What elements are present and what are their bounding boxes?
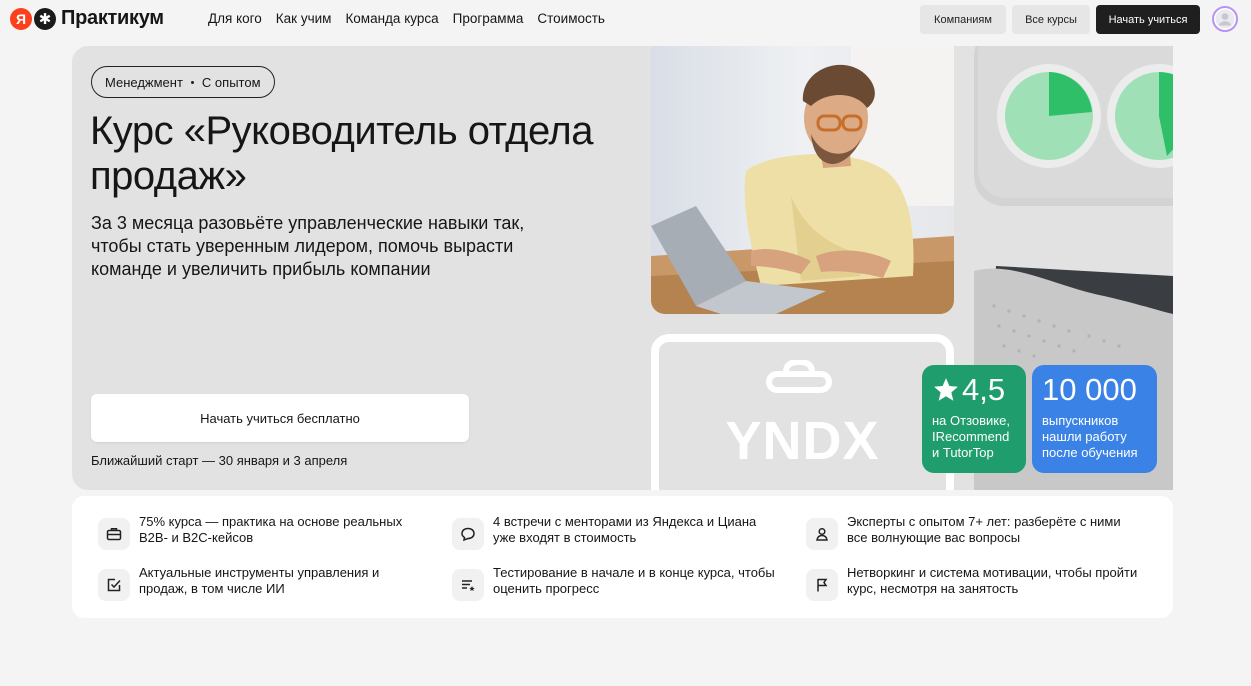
all-courses-button[interactable]: Все курсы	[1012, 5, 1090, 34]
yndx-card: YNDX	[651, 334, 954, 490]
tag-separator-dot	[190, 80, 194, 84]
nav-item-course-team[interactable]: Команда курса	[345, 11, 438, 26]
hero-photo	[651, 46, 954, 314]
briefcase-icon	[98, 518, 130, 550]
features-block: 75% курса — практика на основе реальных …	[72, 496, 1173, 618]
logo-text: Практикум	[61, 7, 164, 29]
companies-button[interactable]: Компаниям	[920, 5, 1006, 34]
tag-level: С опытом	[201, 74, 261, 90]
feature-text: Нетворкинг и система мотивации, чтобы пр…	[847, 565, 1138, 596]
nav-item-program[interactable]: Программа	[453, 11, 524, 26]
avatar[interactable]	[1212, 6, 1238, 32]
person-icon	[806, 518, 838, 550]
rating-caption: на Отзовике, IRecommend и TutorTop	[932, 413, 1010, 460]
page-title: Курс «Руководитель отдела продаж»	[90, 109, 593, 198]
man-with-laptop-image	[651, 46, 954, 314]
rating-badge: 4,5 на Отзовике, IRecommend и TutorTop	[922, 365, 1026, 473]
yandex-logo-icon: Я	[10, 7, 32, 30]
hero-section: Менеджмент С опытом Курс «Руководитель о…	[72, 46, 1173, 490]
feature-item: Тестирование в начале и в конце курса, ч…	[452, 565, 782, 601]
graduates-badge: 10 000 выпускников нашли работу после об…	[1032, 365, 1157, 473]
user-icon	[1215, 9, 1235, 29]
next-start-date: Ближайший старт — 30 января и 3 апреля	[91, 453, 348, 468]
feature-item: 75% курса — практика на основе реальных …	[98, 514, 418, 550]
course-tag: Менеджмент С опытом	[91, 66, 275, 98]
asterisk-logo-icon: ✱	[34, 7, 56, 30]
graduates-caption: выпускников нашли работу после обучения	[1042, 413, 1138, 460]
main-nav: Для кого Как учим Команда курса Программ…	[208, 11, 605, 26]
logo[interactable]: Я ✱ Практикум	[10, 7, 164, 30]
tag-category: Менеджмент	[105, 74, 183, 90]
bag-handle-icon	[766, 360, 832, 393]
feature-text: 4 встречи с менторами из Яндекса и Циана…	[493, 514, 757, 545]
flag-icon	[806, 569, 838, 601]
feature-text: Эксперты с опытом 7+ лет: разберёте с ни…	[847, 514, 1121, 545]
start-free-button[interactable]: Начать учиться бесплатно	[91, 394, 469, 442]
nav-item-price[interactable]: Стоимость	[537, 11, 605, 26]
yndx-card-text: YNDX	[725, 411, 880, 471]
graduates-value: 10 000	[1042, 372, 1137, 407]
hero-subtitle: За 3 месяца разовьёте управленческие нав…	[91, 213, 525, 279]
start-learning-button[interactable]: Начать учиться	[1096, 5, 1200, 34]
nav-item-how-we-teach[interactable]: Как учим	[276, 11, 332, 26]
feature-text: Актуальные инструменты управления и прод…	[139, 565, 380, 596]
star-icon	[934, 378, 958, 401]
chat-icon	[452, 518, 484, 550]
feature-item: Актуальные инструменты управления и прод…	[98, 565, 418, 601]
checkbox-icon	[98, 569, 130, 601]
site-header: Я ✱ Практикум Для кого Как учим Команда …	[0, 0, 1251, 38]
feature-item: Эксперты с опытом 7+ лет: разберёте с ни…	[806, 514, 1136, 550]
feature-text: 75% курса — практика на основе реальных …	[139, 514, 403, 545]
rating-value: 4,5	[962, 372, 1006, 407]
feature-text: Тестирование в начале и в конце курса, ч…	[493, 565, 775, 596]
feature-item: 4 встречи с менторами из Яндекса и Циана…	[452, 514, 782, 550]
feature-item: Нетворкинг и система мотивации, чтобы пр…	[806, 565, 1146, 601]
list-star-icon	[452, 569, 484, 601]
nav-item-for-whom[interactable]: Для кого	[208, 11, 262, 26]
